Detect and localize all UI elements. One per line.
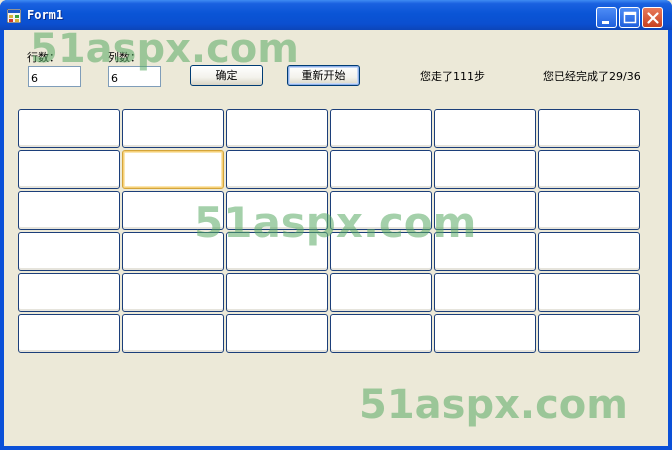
grid-cell-button[interactable] — [122, 314, 224, 353]
minimize-icon — [602, 21, 609, 24]
grid-cell-button[interactable] — [18, 191, 120, 230]
close-icon — [647, 12, 659, 24]
grid-cell-button[interactable] — [538, 314, 640, 353]
grid-cell-button[interactable] — [434, 232, 536, 271]
minimize-button[interactable] — [596, 7, 617, 28]
grid-cell-button[interactable] — [330, 150, 432, 189]
grid-cell-button[interactable] — [226, 314, 328, 353]
rows-label: 行数： — [27, 51, 60, 64]
grid-cell-button[interactable] — [330, 232, 432, 271]
grid-cell-button[interactable] — [226, 273, 328, 312]
window-title: Form1 — [27, 8, 64, 22]
grid-cell-button[interactable] — [434, 109, 536, 148]
client-area: 行数： 列数： 确定 重新开始 您走了111步 您已经完成了29/36 51as… — [4, 26, 668, 446]
grid-cell-button[interactable] — [538, 150, 640, 189]
cols-label: 列数： — [108, 51, 141, 64]
grid-cell-button[interactable] — [330, 109, 432, 148]
title-bar[interactable]: Form1 — [0, 0, 672, 30]
grid-cell-button[interactable] — [330, 314, 432, 353]
grid-cell-button[interactable] — [226, 232, 328, 271]
maximize-button[interactable] — [619, 7, 640, 28]
restart-button[interactable]: 重新开始 — [287, 65, 360, 86]
grid-cell-button[interactable] — [434, 273, 536, 312]
confirm-button[interactable]: 确定 — [190, 65, 263, 86]
maximize-icon — [623, 11, 637, 24]
grid-cell-button[interactable] — [18, 232, 120, 271]
grid-cell-button[interactable] — [122, 273, 224, 312]
grid-cell-button[interactable] — [122, 150, 224, 189]
grid-cell-button[interactable] — [226, 109, 328, 148]
grid-cell-button[interactable] — [434, 150, 536, 189]
grid-cell-button[interactable] — [122, 191, 224, 230]
grid-cell-button[interactable] — [18, 150, 120, 189]
grid-cell-button[interactable] — [330, 191, 432, 230]
grid-cell-button[interactable] — [122, 232, 224, 271]
app-form-icon — [6, 8, 22, 24]
cols-input[interactable] — [108, 66, 161, 87]
grid-cell-button[interactable] — [18, 109, 120, 148]
grid-cell-button[interactable] — [122, 109, 224, 148]
grid-cell-button[interactable] — [434, 191, 536, 230]
app-window: Form1 行数： 列数： 确定 重新开始 您走了111步 您已经完成了29/3… — [0, 0, 672, 450]
grid-cell-button[interactable] — [330, 273, 432, 312]
grid-cell-button[interactable] — [18, 314, 120, 353]
grid-cell-button[interactable] — [18, 273, 120, 312]
close-button[interactable] — [642, 7, 663, 28]
grid-cell-button[interactable] — [538, 232, 640, 271]
grid-cell-button[interactable] — [226, 150, 328, 189]
grid-cell-button[interactable] — [538, 109, 640, 148]
rows-input[interactable] — [28, 66, 81, 87]
steps-text: 您走了111步 — [420, 70, 485, 83]
grid-cell-button[interactable] — [538, 273, 640, 312]
grid-cell-button[interactable] — [226, 191, 328, 230]
watermark: 51aspx.com — [359, 382, 628, 428]
grid-cell-button[interactable] — [538, 191, 640, 230]
grid-cell-button[interactable] — [434, 314, 536, 353]
progress-text: 您已经完成了29/36 — [543, 70, 641, 83]
